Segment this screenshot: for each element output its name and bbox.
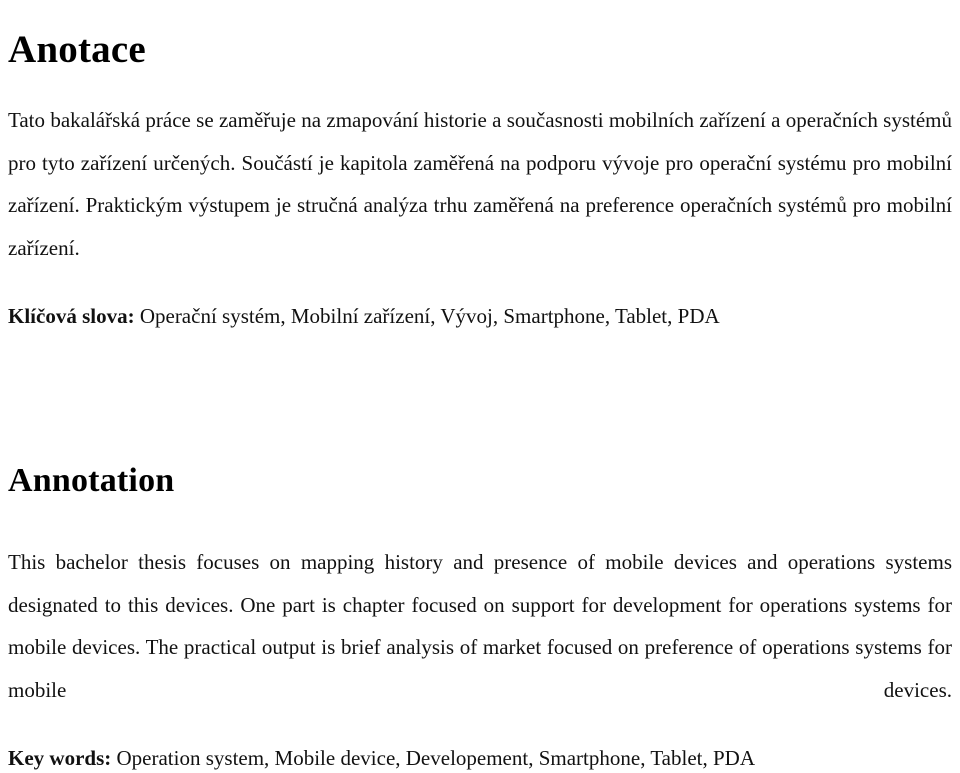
english-abstract-paragraph: This bachelor thesis focuses on mapping … xyxy=(8,550,952,702)
czech-section-heading: Anotace xyxy=(8,28,146,72)
english-keywords-label: Key words: xyxy=(8,746,112,770)
czech-abstract-paragraph: Tato bakalářská práce se zaměřuje na zma… xyxy=(8,108,952,260)
document-page: Anotace Tato bakalářská práce se zaměřuj… xyxy=(0,0,960,770)
czech-keywords-label: Klíčová slova: xyxy=(8,304,135,328)
czech-keywords-line: Klíčová slova: Operační systém, Mobilní … xyxy=(8,301,952,331)
english-section-heading: Annotation xyxy=(8,461,175,499)
english-keywords-value: Operation system, Mobile device, Develop… xyxy=(116,746,756,770)
czech-keywords-value: Operační systém, Mobilní zařízení, Vývoj… xyxy=(139,304,720,328)
english-keywords-line: Key words: Operation system, Mobile devi… xyxy=(8,743,952,773)
